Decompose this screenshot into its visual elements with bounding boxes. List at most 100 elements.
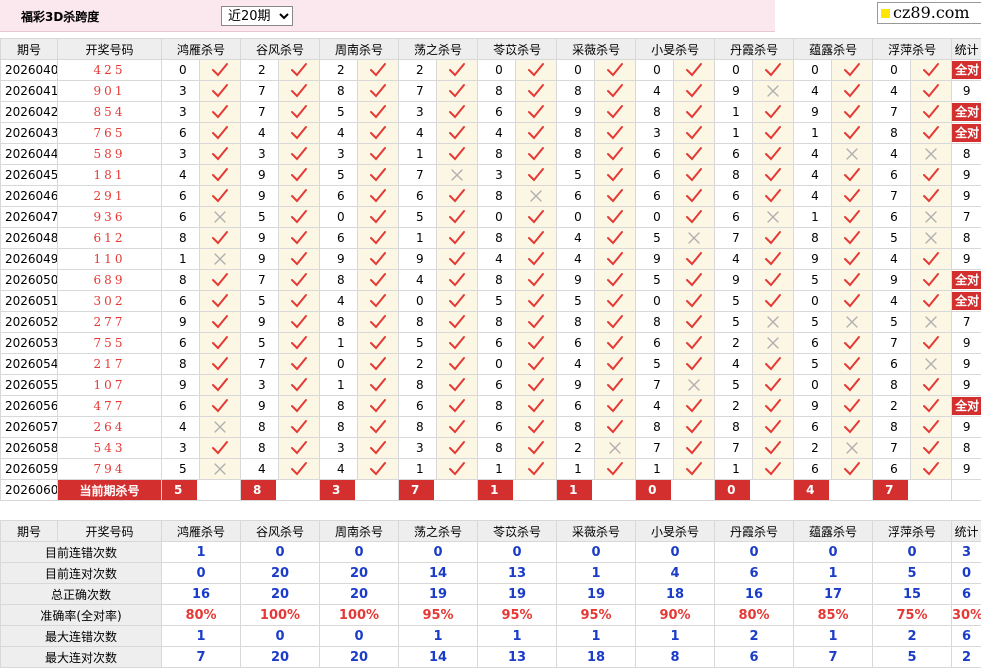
result-mark bbox=[278, 122, 321, 144]
result-mark bbox=[831, 437, 874, 459]
kill-value: 8 bbox=[319, 311, 359, 333]
result-mark bbox=[357, 269, 400, 291]
kill-value: 6 bbox=[872, 458, 912, 480]
result-mark bbox=[278, 374, 321, 396]
check-icon bbox=[765, 231, 782, 245]
table-row: 2026043 765 6 4 4 4 4 8 3 1 1 8 全对 bbox=[0, 122, 981, 144]
period-cell: 2026043 bbox=[0, 122, 58, 144]
result-mark bbox=[594, 416, 637, 438]
kill-value: 8 bbox=[161, 353, 200, 375]
logo-square-icon bbox=[881, 9, 890, 18]
kill-value: 8 bbox=[872, 374, 912, 396]
result-mark bbox=[198, 311, 242, 333]
period-cell: 2026041 bbox=[0, 80, 58, 102]
current-kill-value: 3 bbox=[320, 480, 356, 500]
kill-value: 8 bbox=[319, 416, 359, 438]
result-mark bbox=[515, 227, 558, 249]
kill-value: 8 bbox=[477, 143, 517, 165]
kill-value: 6 bbox=[477, 101, 517, 123]
check-icon bbox=[291, 231, 308, 245]
check-icon bbox=[844, 231, 861, 245]
kill-value: 3 bbox=[635, 122, 675, 144]
result-mark bbox=[436, 269, 479, 291]
period-cell: 2026060 bbox=[0, 479, 58, 501]
kill-value: 7 bbox=[398, 164, 438, 186]
summary-value: 8 bbox=[635, 646, 715, 668]
check-icon bbox=[291, 462, 308, 476]
result-mark bbox=[278, 80, 321, 102]
kill-value: 8 bbox=[714, 416, 754, 438]
check-icon bbox=[686, 84, 703, 98]
cross-icon bbox=[767, 316, 779, 328]
current-kill-badge: 1 bbox=[556, 479, 637, 501]
kill-value: 5 bbox=[240, 332, 280, 354]
result-mark bbox=[357, 143, 400, 165]
summary-value: 20 bbox=[319, 583, 399, 605]
check-icon bbox=[923, 252, 940, 266]
check-icon bbox=[607, 105, 624, 119]
all-correct-badge: 全对 bbox=[952, 397, 981, 415]
check-icon bbox=[449, 357, 466, 371]
draw-numbers: 901 bbox=[57, 80, 162, 102]
result-mark bbox=[752, 164, 795, 186]
kill-value: 4 bbox=[161, 164, 200, 186]
kill-value: 8 bbox=[477, 185, 517, 207]
result-mark bbox=[673, 206, 716, 228]
check-icon bbox=[370, 105, 387, 119]
check-icon bbox=[212, 315, 228, 329]
summary-value: 1 bbox=[161, 625, 241, 647]
result-mark bbox=[831, 248, 874, 270]
result-mark bbox=[910, 122, 953, 144]
result-mark bbox=[910, 80, 953, 102]
result-mark bbox=[673, 185, 716, 207]
kill-value: 3 bbox=[398, 437, 438, 459]
result-mark bbox=[673, 248, 716, 270]
result-mark bbox=[673, 374, 716, 396]
result-mark bbox=[436, 437, 479, 459]
summary-row: 准确率(全对率) 80% 100% 100% 95% 95% 95% 90% 80% 85% 75%… bbox=[0, 604, 981, 626]
kill-value: 4 bbox=[872, 80, 912, 102]
kill-value: 4 bbox=[477, 248, 517, 270]
result-mark bbox=[436, 353, 479, 375]
check-icon bbox=[291, 399, 308, 413]
summary-value: 75% bbox=[872, 604, 952, 626]
kill-value: 3 bbox=[477, 164, 517, 186]
kill-value: 3 bbox=[319, 143, 359, 165]
kill-value: 9 bbox=[872, 269, 912, 291]
result-mark bbox=[278, 395, 321, 417]
kill-value: 8 bbox=[635, 311, 675, 333]
kill-value: 5 bbox=[319, 164, 359, 186]
summary-value: 2 bbox=[872, 625, 952, 647]
period-cell: 2026059 bbox=[0, 458, 58, 480]
kill-value: 6 bbox=[477, 416, 517, 438]
current-kill-value: 1 bbox=[557, 480, 593, 500]
kill-value: 5 bbox=[398, 332, 438, 354]
result-mark bbox=[910, 374, 953, 396]
kill-value: 6 bbox=[398, 395, 438, 417]
check-icon bbox=[923, 84, 940, 98]
result-mark bbox=[594, 374, 637, 396]
check-icon bbox=[844, 357, 861, 371]
kill-value: 8 bbox=[556, 416, 596, 438]
stat-cell: 全对 bbox=[951, 59, 981, 81]
period-range-select[interactable]: 近20期 bbox=[221, 6, 293, 26]
cross-icon bbox=[767, 337, 779, 349]
summary-value: 4 bbox=[635, 562, 715, 584]
result-mark bbox=[278, 227, 321, 249]
kill-value: 6 bbox=[635, 332, 675, 354]
draw-numbers: 217 bbox=[57, 353, 162, 375]
stat-cell: 8 bbox=[951, 437, 981, 459]
summary-col-header: 开奖号码 bbox=[57, 520, 162, 542]
summary-value: 19 bbox=[477, 583, 557, 605]
kill-value: 2 bbox=[398, 353, 438, 375]
site-logo[interactable]: cz89.com bbox=[877, 2, 981, 24]
summary-value: 6 bbox=[951, 583, 981, 605]
result-mark bbox=[831, 164, 874, 186]
result-mark bbox=[831, 353, 874, 375]
check-icon bbox=[291, 189, 308, 203]
result-mark bbox=[278, 311, 321, 333]
kill-value: 4 bbox=[793, 164, 833, 186]
current-kill-badge: 7 bbox=[872, 479, 953, 501]
kill-value: 6 bbox=[477, 332, 517, 354]
table-row: 2026052 277 9 9 8 8 8 8 8 5 5 5 7 bbox=[0, 311, 981, 333]
